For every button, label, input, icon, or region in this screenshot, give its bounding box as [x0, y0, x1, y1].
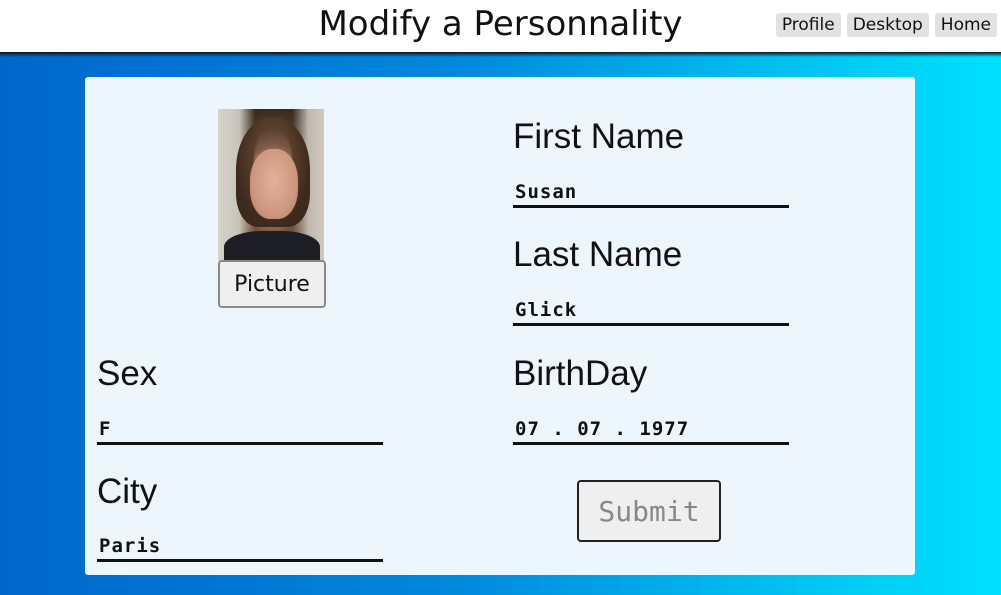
sex-label: Sex — [97, 354, 158, 393]
sex-field[interactable]: F — [97, 416, 383, 445]
last-name-label: Last Name — [513, 235, 683, 274]
birthday-field[interactable]: 07 . 07 . 1977 — [513, 416, 789, 445]
nav-home-button[interactable]: Home — [934, 13, 997, 37]
top-bar: Modify a Personnality Profile Desktop Ho… — [0, 0, 1001, 52]
city-field[interactable]: Paris — [97, 533, 383, 562]
profile-photo — [218, 109, 324, 261]
picture-button[interactable]: Picture — [218, 260, 326, 308]
birthday-label: BirthDay — [513, 354, 648, 393]
top-nav: Profile Desktop Home — [775, 13, 997, 37]
header-shadow — [0, 52, 1001, 57]
form-card: Picture First Name Susan Last Name Glick… — [85, 77, 915, 575]
first-name-label: First Name — [513, 117, 685, 156]
submit-button[interactable]: Submit — [577, 480, 721, 542]
nav-desktop-button[interactable]: Desktop — [846, 13, 929, 37]
city-label: City — [97, 472, 158, 511]
nav-profile-button[interactable]: Profile — [775, 13, 841, 37]
first-name-field[interactable]: Susan — [513, 179, 789, 208]
last-name-field[interactable]: Glick — [513, 297, 789, 326]
